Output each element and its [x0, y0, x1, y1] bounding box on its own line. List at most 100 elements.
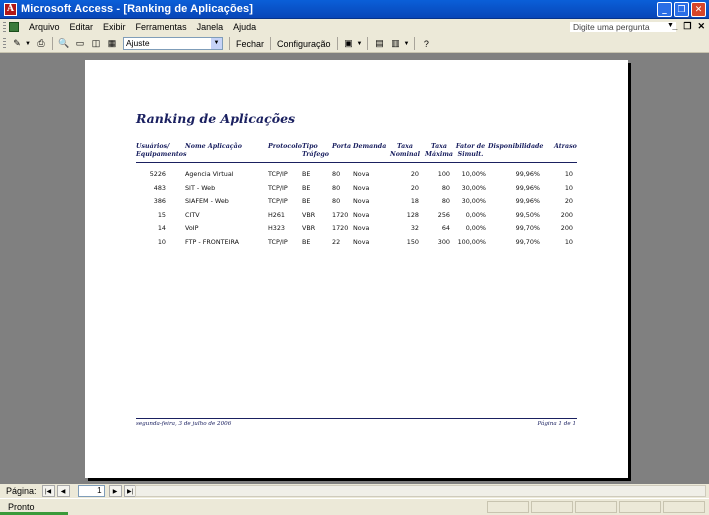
previous-page-button[interactable]: ◀	[56, 485, 70, 497]
horizontal-scrollbar[interactable]	[135, 485, 706, 497]
help-icon[interactable]: ?	[419, 37, 433, 50]
table-cell-app: FTP - FRONTEIRA	[185, 238, 239, 246]
table-cell-factor: 30,00%	[461, 197, 486, 206]
status-cell	[531, 501, 573, 513]
database-window-icon[interactable]: ▤	[372, 37, 386, 50]
next-page-button[interactable]: ▶	[108, 485, 122, 497]
menu-ajuda[interactable]: Ajuda	[228, 22, 261, 32]
table-cell-app: CITV	[185, 210, 200, 219]
toolbar-separator	[269, 37, 271, 50]
table-cell-users: 14	[157, 224, 166, 233]
table-cell-nominal: 18	[410, 197, 419, 206]
view-dropdown-icon[interactable]: ▼	[25, 41, 31, 47]
doc-close-button[interactable]: ✕	[697, 21, 705, 32]
table-cell-demand: Nova	[353, 224, 370, 233]
table-cell-factor: 30,00%	[461, 183, 486, 192]
table-cell-app: Agencia Virtual	[185, 170, 234, 178]
table-cell-delay: 10	[564, 183, 573, 192]
multiple-pages-icon[interactable]: ▦	[105, 37, 119, 50]
col-header-traffic: Tipo Tráfego	[302, 143, 329, 159]
document-controls: _ ❐ ✕	[672, 21, 705, 32]
table-cell-nominal: 20	[410, 183, 419, 192]
table-cell-protocol: H261	[268, 210, 286, 219]
menu-editar[interactable]: Editar	[65, 22, 99, 32]
zoom-value: Ajuste	[125, 38, 150, 48]
table-cell-avail: 99,96%	[515, 170, 540, 178]
table-cell-factor: 0,00%	[465, 224, 486, 233]
table-cell-avail: 99,50%	[515, 210, 540, 219]
report-title: Ranking de Aplicações	[136, 111, 296, 126]
table-cell-port: 80	[332, 197, 341, 206]
doc-minimize-button[interactable]: _	[672, 21, 677, 32]
view-icon[interactable]: ✎	[10, 37, 24, 50]
window-title: Microsoft Access - [Ranking de Aplicaçõe…	[21, 3, 253, 15]
page-navigation: Página: |◀ ◀ 1 ▶ ▶|	[0, 484, 709, 498]
report-doc-icon[interactable]	[9, 22, 19, 32]
col-header-traffic-line2: Tráfego	[302, 151, 329, 158]
col-header-nominal-line1: Taxa	[397, 143, 413, 150]
menu-arquivo[interactable]: Arquivo	[24, 22, 65, 32]
new-object-dropdown-icon[interactable]: ▼	[403, 41, 409, 47]
menu-grip[interactable]	[3, 21, 6, 33]
table-cell-port: 80	[332, 170, 341, 178]
table-cell-protocol: TCP/IP	[268, 183, 288, 192]
status-cell	[575, 501, 617, 513]
toolbar-separator	[228, 37, 230, 50]
table-cell-users: 10	[157, 238, 166, 246]
table-cell-max: 256	[437, 210, 450, 219]
office-links-dropdown-icon[interactable]: ▼	[357, 41, 363, 47]
close-button[interactable]: ✕	[691, 2, 706, 17]
new-object-icon[interactable]: ▥	[388, 37, 402, 50]
col-header-nominal: Taxa Nominal	[388, 143, 422, 159]
table-cell-delay: 10	[564, 238, 573, 246]
toolbar-separator	[367, 37, 369, 50]
table-cell-demand: Nova	[353, 238, 370, 246]
first-page-button[interactable]: |◀	[41, 485, 55, 497]
office-links-icon[interactable]: ▣	[342, 37, 356, 50]
window-controls: _ ❐ ✕	[657, 2, 706, 17]
menu-bar: Arquivo Editar Exibir Ferramentas Janela…	[0, 19, 709, 35]
table-cell-nominal: 32	[410, 224, 419, 233]
print-icon[interactable]: ⎙	[34, 37, 48, 50]
page-number-input[interactable]: 1	[77, 485, 105, 497]
table-cell-port: 80	[332, 183, 341, 192]
zoom-icon[interactable]: 🔍	[57, 37, 71, 50]
print-preview-toolbar: ✎ ▼ ⎙ 🔍 ▭ ◫ ▦ Ajuste ▼ Fechar Configuraç…	[0, 35, 709, 53]
table-cell-nominal: 128	[406, 210, 419, 219]
doc-restore-button[interactable]: ❐	[683, 21, 691, 32]
table-cell-users: 15	[157, 210, 166, 219]
table-cell-avail: 99,96%	[515, 183, 540, 192]
toolbar-separator	[414, 37, 416, 50]
status-cell	[619, 501, 661, 513]
help-search-input[interactable]: Digite uma pergunta	[569, 21, 677, 33]
maximize-button[interactable]: ❐	[674, 2, 689, 17]
table-cell-users: 386	[153, 197, 166, 206]
table-cell-app: VoIP	[185, 224, 199, 233]
col-header-app: Nome Aplicação	[185, 143, 242, 150]
table-cell-port: 1720	[332, 224, 349, 233]
header-divider	[136, 162, 577, 163]
minimize-button[interactable]: _	[657, 2, 672, 17]
menu-exibir[interactable]: Exibir	[98, 22, 131, 32]
table-cell-traffic: BE	[302, 238, 311, 246]
one-page-icon[interactable]: ▭	[73, 37, 87, 50]
table-cell-app: SIT - Web	[185, 183, 216, 192]
col-header-factor: Fator de Simult.	[455, 143, 486, 159]
zoom-dropdown-icon[interactable]: ▼	[210, 38, 222, 49]
table-cell-nominal: 150	[406, 238, 419, 246]
table-cell-traffic: BE	[302, 170, 311, 178]
toolbar-grip[interactable]	[3, 38, 6, 49]
table-cell-users: 5226	[149, 170, 166, 178]
close-preview-button[interactable]: Fechar	[233, 39, 267, 49]
table-cell-avail: 99,70%	[515, 224, 540, 233]
page-setup-button[interactable]: Configuração	[274, 39, 334, 49]
table-cell-delay: 10	[564, 170, 573, 178]
zoom-combo[interactable]: Ajuste ▼	[122, 37, 223, 50]
access-icon[interactable]: A	[4, 2, 17, 16]
col-header-demand: Demanda	[353, 143, 387, 150]
table-cell-protocol: TCP/IP	[268, 238, 288, 246]
table-cell-traffic: VBR	[302, 210, 316, 219]
menu-janela[interactable]: Janela	[192, 22, 229, 32]
two-pages-icon[interactable]: ◫	[89, 37, 103, 50]
menu-ferramentas[interactable]: Ferramentas	[131, 22, 192, 32]
